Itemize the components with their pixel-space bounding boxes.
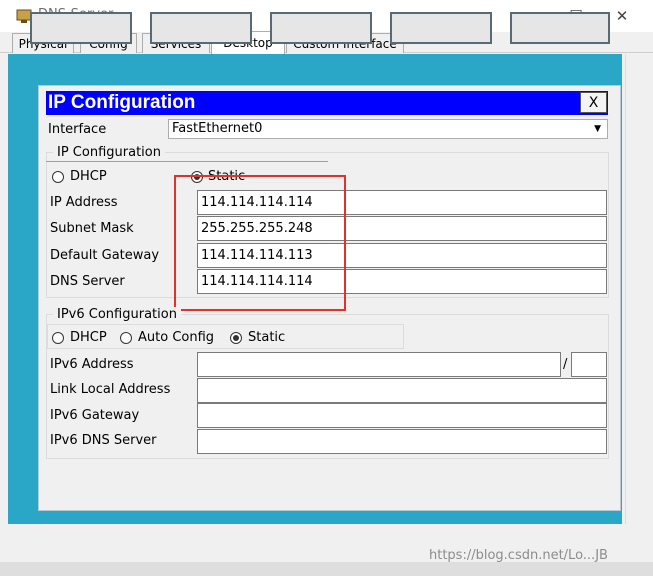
taskbar [0,562,653,576]
dns-server-label: DNS Server [50,274,125,289]
ipv4-group-title: IP Configuration [53,145,165,160]
ipv6-prefix-field[interactable] [571,352,607,377]
ipv6-address-field[interactable] [197,352,561,377]
desktop-app-icon[interactable] [270,12,372,44]
ipv6-dns-field[interactable] [197,429,607,454]
prefix-separator: / [563,357,568,372]
interface-label: Interface [48,122,107,137]
ipv6-dhcp-radio[interactable] [52,332,64,344]
dhcp-radio[interactable] [52,171,64,183]
desktop-app-icon[interactable] [510,12,610,44]
ip-address-label: IP Address [50,195,118,210]
ipv6-dhcp-label: DHCP [70,330,107,345]
interface-value: FastEthernet0 [172,121,263,136]
dialog-close-button[interactable]: X [580,92,607,113]
divider [46,161,328,162]
link-local-label: Link Local Address [50,382,171,397]
ipv6-address-label: IPv6 Address [50,357,134,372]
ipv6-static-label: Static [248,330,286,345]
ipv6-gateway-field[interactable] [197,403,607,428]
subnet-mask-label: Subnet Mask [50,221,134,236]
dialog-title: IP Configuration [46,91,608,115]
watermark: https://blog.csdn.net/Lo...JB [429,548,608,563]
dhcp-label: DHCP [70,169,107,184]
interface-select[interactable]: FastEthernet0 ▼ [168,119,608,139]
vertical-scrollbar[interactable] [625,54,642,524]
highlight-box [174,175,346,311]
ipv6-group-title: IPv6 Configuration [53,307,181,322]
ipv6-static-radio[interactable] [230,332,242,344]
ipv6-auto-label: Auto Config [138,330,215,345]
desktop-app-icon[interactable] [30,12,132,44]
desktop-app-icon[interactable] [390,12,492,44]
desktop-app-icon[interactable] [150,12,252,44]
ipv6-dns-label: IPv6 DNS Server [50,433,157,448]
link-local-field[interactable] [197,378,607,403]
chevron-down-icon: ▼ [594,124,601,134]
ipv6-auto-radio[interactable] [120,332,132,344]
ipv6-gateway-label: IPv6 Gateway [50,408,140,423]
default-gateway-label: Default Gateway [50,248,160,263]
